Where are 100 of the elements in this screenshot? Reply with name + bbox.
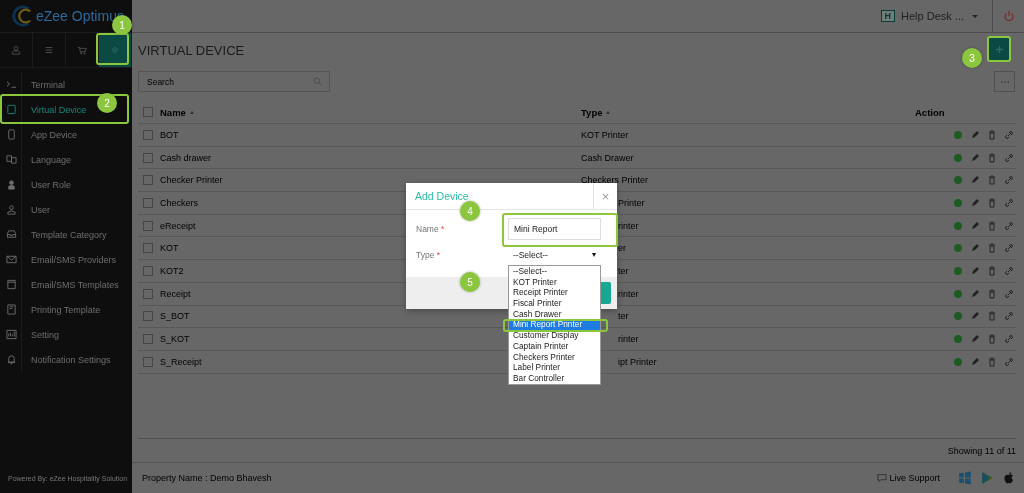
dropdown-option[interactable]: Checkers Printer [509,351,600,363]
checkbox[interactable] [143,107,153,117]
dropdown-option[interactable]: Mini Report Printer [509,319,600,331]
link-icon[interactable] [1004,288,1014,299]
trash-icon[interactable] [987,334,997,345]
checkbox[interactable] [143,311,153,322]
power-icon[interactable] [1003,10,1015,22]
search-field[interactable]: Search [138,71,330,92]
sidebar-item[interactable]: User [3,197,54,222]
trash-icon[interactable] [987,288,997,299]
sidebar-item[interactable]: Setting [3,322,64,347]
sidebar-item[interactable]: Language [3,147,76,172]
pencil-icon[interactable] [970,334,980,345]
link-icon[interactable] [1004,311,1014,322]
dropdown-option[interactable]: KOT Printer [509,276,600,288]
pencil-icon[interactable] [970,311,980,322]
trash-icon[interactable] [987,175,997,186]
dropdown-option[interactable]: Label Printer [509,362,600,373]
column-header: Action [915,106,945,118]
dialog-title: Add Device [414,190,470,202]
trash-icon[interactable] [987,197,997,208]
user-menu[interactable]: Help Desk ... [901,10,964,22]
tablet-icon [6,104,17,115]
checkbox[interactable] [143,265,153,276]
sidebar-item[interactable]: Template Category [3,222,111,247]
checkbox[interactable] [143,129,153,140]
checkbox[interactable] [143,243,153,254]
sidebar-item[interactable]: Printing Template [3,297,105,322]
link-icon[interactable] [1004,265,1014,276]
sidebar-item[interactable]: User Role [3,172,75,197]
table-cell: er [618,243,626,254]
more-button[interactable] [994,71,1015,92]
table-cell: BOT [160,129,179,140]
sidebar-item[interactable]: App Device [3,122,82,147]
pencil-icon[interactable] [970,197,980,208]
table-cell: S_BOT [160,311,190,322]
status-dot-icon [953,152,963,163]
dropdown-option[interactable]: Customer Display [509,330,600,341]
pencil-icon[interactable] [970,356,980,367]
caret-icon [592,252,596,257]
trash-icon[interactable] [987,152,997,163]
link-icon[interactable] [1004,243,1014,254]
link-icon[interactable] [1004,220,1014,231]
link-icon[interactable] [1004,129,1014,140]
plus-icon [994,44,1004,54]
dropdown-option[interactable]: Captain Printer [509,340,600,352]
checkbox[interactable] [143,152,153,163]
link-icon[interactable] [1004,175,1014,186]
logo-icon [10,5,32,27]
trash-icon[interactable] [987,311,997,322]
pencil-icon[interactable] [970,265,980,276]
required-mark: * [441,224,445,234]
dropdown-option[interactable]: Receipt Printer [509,287,600,299]
pencil-icon[interactable] [970,129,980,140]
dropdown-option[interactable]: Bar Controller [509,372,600,384]
checkbox[interactable] [143,175,153,186]
sidebar-item[interactable]: Terminal [3,72,69,97]
link-icon[interactable] [1004,197,1014,208]
sidebar-item[interactable]: Virtual Device [3,97,91,122]
trash-icon[interactable] [987,129,997,140]
table-cell: Printer [618,197,645,208]
dropdown-option[interactable]: --Select-- [509,266,600,277]
table-cell: Checkers [160,197,198,208]
pencil-icon[interactable] [970,152,980,163]
checkbox[interactable] [143,288,153,299]
sidebar-item[interactable]: Email/SMS Templates [3,272,123,297]
checkbox[interactable] [143,334,153,345]
checkbox[interactable] [143,356,153,367]
windows-icon[interactable] [958,471,972,485]
trash-icon[interactable] [987,265,997,276]
name-field[interactable]: Mini Report [508,218,601,240]
search-icon [313,77,322,86]
field-label: Type [416,250,435,260]
trash-icon[interactable] [987,243,997,254]
checkbox[interactable] [143,197,153,208]
checkbox[interactable] [143,220,153,231]
trash-icon[interactable] [987,220,997,231]
play-store-icon[interactable] [980,471,994,485]
pencil-icon[interactable] [970,220,980,231]
apple-icon[interactable] [1002,471,1016,485]
pencil-icon[interactable] [970,175,980,186]
dropdown-option[interactable]: Fiscal Printer [509,298,600,309]
pencil-icon[interactable] [970,288,980,299]
column-header[interactable]: Type [581,106,603,118]
table-cell: S_Receipt [160,356,202,367]
link-icon[interactable] [1004,152,1014,163]
link-icon[interactable] [1004,356,1014,367]
link-icon[interactable] [1004,334,1014,345]
table-cell: KOT [160,243,179,254]
trash-icon[interactable] [987,356,997,367]
pencil-icon[interactable] [970,243,980,254]
close-button[interactable]: × [593,183,617,209]
table-cell: Cash drawer [160,152,212,163]
column-header[interactable]: Name [160,106,186,118]
status-dot-icon [953,265,963,276]
sidebar-item[interactable]: Email/SMS Providers [3,247,121,272]
sidebar-item[interactable]: Notification Settings [3,347,115,372]
dropdown-option[interactable]: Cash Drawer [509,308,600,320]
live-support-link[interactable]: Live Support [889,473,940,483]
status-dot-icon [953,356,963,367]
